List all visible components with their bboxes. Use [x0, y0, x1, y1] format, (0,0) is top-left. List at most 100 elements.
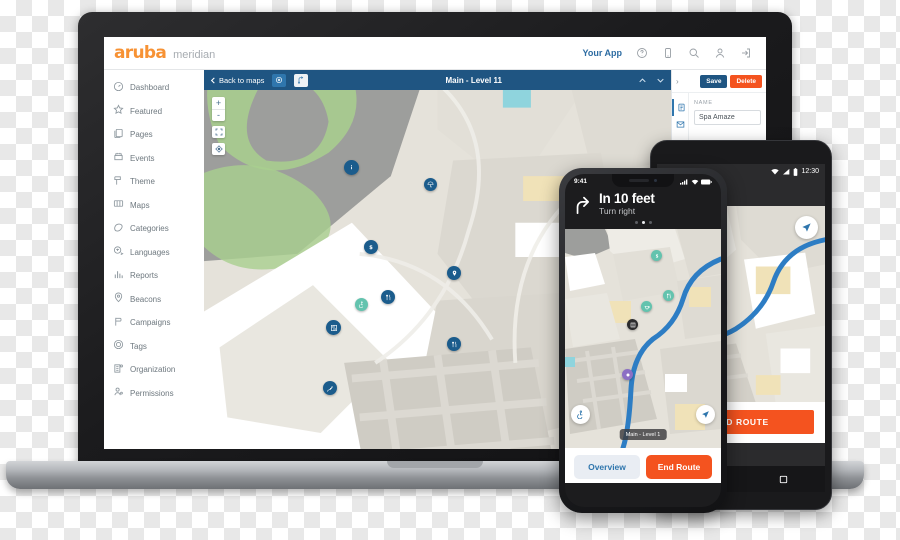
map-title: Main - Level 11 [445, 75, 502, 85]
map-marker-restaurant[interactable] [447, 337, 461, 351]
your-app-link[interactable]: Your App [583, 48, 623, 58]
placement-pin-icon[interactable] [272, 73, 287, 87]
sidebar-item-categories[interactable]: Categories [104, 217, 204, 241]
ios-home-indicator[interactable] [617, 486, 669, 489]
fit-bounds-icon [212, 126, 225, 138]
recents-square-icon[interactable] [778, 474, 789, 485]
name-input[interactable]: Spa Amaze [694, 110, 761, 125]
chevron-left-icon [211, 76, 215, 84]
envelope-tab-icon[interactable] [672, 116, 688, 133]
map-marker-umbrella[interactable] [424, 178, 437, 191]
chevron-down-icon[interactable] [657, 78, 664, 83]
sidebar-item-permissions[interactable]: Permissions [104, 382, 204, 406]
zoom-in-button[interactable]: + [212, 97, 225, 109]
app-header: aruba meridian Your App [104, 37, 766, 70]
mobile-icon[interactable] [662, 47, 674, 59]
sidebar-item-featured[interactable]: Featured [104, 100, 204, 124]
svg-text:$: $ [369, 245, 373, 251]
help-circle-icon[interactable] [636, 47, 648, 59]
ios-level-badge: Main - Level 1 [619, 429, 667, 440]
map-marker-atm[interactable]: $ [364, 240, 378, 254]
ios-page-dots [574, 216, 712, 229]
zoom-out-button[interactable]: - [212, 109, 225, 121]
ios-accessibility-button[interactable] [571, 405, 590, 424]
ios-status-icons [680, 178, 712, 185]
search-icon[interactable] [688, 47, 700, 59]
page-dot[interactable] [648, 221, 652, 224]
zoom-control-group: + - [212, 97, 225, 121]
map-marker-accessibility[interactable] [355, 298, 368, 311]
map-marker-pin[interactable] [447, 266, 461, 280]
accessibility-icon [577, 410, 583, 419]
languages-icon [113, 243, 124, 261]
overview-button[interactable]: Overview [574, 455, 640, 479]
ios-marker-coffee[interactable] [641, 301, 652, 312]
reports-icon [113, 267, 124, 285]
save-button[interactable]: Save [700, 74, 728, 88]
sidebar-item-theme[interactable]: Theme [104, 170, 204, 194]
chevron-up-icon[interactable] [639, 77, 646, 83]
ios-status-bar: 9:41 [565, 174, 721, 189]
campaign-flag-icon [113, 314, 124, 332]
header-actions: Your App [583, 47, 757, 59]
ios-marker-atm[interactable]: $ [651, 250, 662, 261]
organization-icon [113, 361, 124, 379]
sidebar-item-campaigns[interactable]: Campaigns [104, 311, 204, 335]
delete-button[interactable]: Delete [730, 74, 762, 88]
pin-icon [452, 270, 456, 276]
page-dot-active[interactable] [641, 221, 645, 224]
map-toolbar: Back to maps Main - Level 11 [204, 70, 671, 90]
route-icon[interactable] [294, 73, 309, 87]
cellular-icon [783, 168, 790, 175]
ios-marker-restaurant[interactable] [663, 290, 674, 301]
brand-logo[interactable]: aruba meridian [114, 43, 215, 63]
navigate-arrow-icon [802, 223, 811, 232]
ios-navigate-button[interactable] [696, 405, 715, 424]
sidebar-item-pages[interactable]: Pages [104, 123, 204, 147]
sidebar-label: Permissions [130, 388, 174, 398]
laptop-base-notch [387, 461, 483, 468]
sidebar-label: Languages [130, 247, 170, 257]
android-navigate-button[interactable] [795, 216, 818, 239]
sidebar-label: Reports [130, 271, 159, 281]
sidebar-item-languages[interactable]: Languages [104, 241, 204, 265]
sidebar-item-tags[interactable]: Tags [104, 335, 204, 359]
ios-banner-title: In 10 feet [599, 191, 655, 206]
panel-collapse-arrow[interactable]: › [676, 77, 679, 86]
logout-icon[interactable] [740, 47, 752, 59]
sidebar-item-organization[interactable]: Organization [104, 358, 204, 382]
turn-right-arrow-icon [576, 196, 590, 214]
ios-map[interactable]: $ Main - Level 1 [565, 229, 721, 448]
sidebar-label: Tags [130, 341, 147, 351]
document-tab-icon[interactable] [672, 99, 688, 116]
end-route-button[interactable]: End Route [646, 455, 712, 479]
dollar-icon: $ [369, 245, 373, 251]
map-marker-stairs[interactable] [323, 381, 337, 395]
back-to-maps-button[interactable]: Back to maps [211, 76, 264, 85]
page-dot[interactable] [634, 221, 638, 224]
ios-banner-text: In 10 feet Turn right [599, 191, 655, 216]
ios-marker-elevator[interactable] [627, 319, 638, 330]
name-field-label: NAME [694, 100, 713, 106]
sidebar-item-beacons[interactable]: Beacons [104, 288, 204, 312]
sidebar-item-maps[interactable]: Maps [104, 194, 204, 218]
tags-icon [113, 337, 124, 355]
brand-name-meridian: meridian [173, 49, 216, 61]
ios-marker-destination[interactable] [622, 369, 633, 380]
sidebar-label: Events [130, 153, 155, 163]
map-marker-elevator[interactable] [326, 320, 341, 335]
map-marker-info[interactable] [344, 160, 359, 175]
map-controls: + - [212, 97, 225, 155]
cellular-icon [680, 178, 688, 185]
sidebar-item-dashboard[interactable]: Dashboard [104, 76, 204, 100]
map-marker-restaurant[interactable] [381, 290, 395, 304]
svg-text:$: $ [655, 253, 658, 258]
maps-icon [113, 196, 124, 214]
fit-bounds-button[interactable] [212, 126, 225, 138]
locate-button[interactable] [212, 143, 225, 155]
sidebar-item-events[interactable]: Events [104, 147, 204, 171]
beacon-icon [113, 290, 124, 308]
pages-icon [113, 126, 124, 144]
sidebar-item-reports[interactable]: Reports [104, 264, 204, 288]
user-icon[interactable] [714, 47, 726, 59]
